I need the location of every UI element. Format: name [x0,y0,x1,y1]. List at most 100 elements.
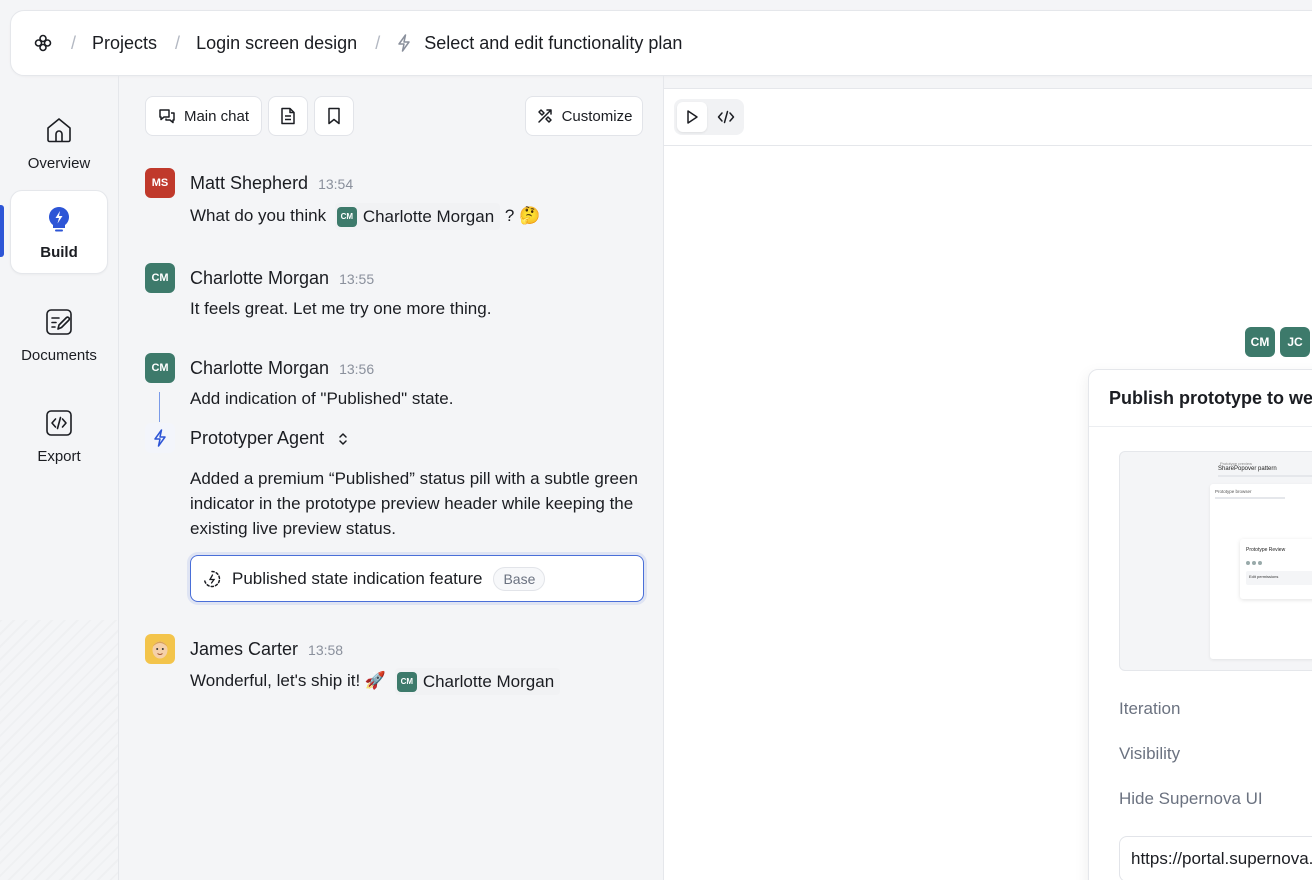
sidebar-item-label: Export [37,447,81,465]
mention-avatar: CM [336,206,357,227]
message-text: Add indication of "Published" state. [190,389,454,408]
message-time: 13:54 [318,176,354,192]
message-header: Matt Shepherd 13:54 [190,173,353,194]
agent-name: Prototyper Agent [190,428,325,448]
publish-url-field[interactable]: https://portal.supernova.io [1119,836,1312,880]
author-name[interactable]: Charlotte Morgan [190,358,329,379]
breadcrumb-current-page: Select and edit functionality plan [424,32,683,53]
chat-bubbles-icon [158,107,176,125]
agent-toggle[interactable]: Prototyper Agent [190,428,348,449]
view-mode-toggle [674,99,744,135]
sidebar-item-build[interactable]: Build [10,190,108,274]
sidebar-background-pattern [0,620,118,880]
message-text: It feels great. Let me try one more thin… [190,299,492,318]
thumb-card-title: Prototype Review [1246,547,1286,553]
avatar: MS [145,168,175,198]
thumb-row: Edit permissions [1246,571,1312,585]
bookmark-icon [327,107,341,125]
avatar [145,634,175,664]
left-sidebar: Overview Build Documents Export [0,76,118,880]
sidebar-item-documents[interactable]: Documents [10,292,108,378]
document-tab-button[interactable] [268,96,308,136]
chevron-updown-icon [338,432,348,446]
preview-mode-button[interactable] [677,102,707,132]
customize-label: Customize [561,107,633,125]
breadcrumb-separator: / [375,32,381,53]
message-body: Wonderful, let's ship it! 🚀 [190,671,387,690]
thinking-emoji: 🤔 [519,206,541,225]
author-name[interactable]: James Carter [190,639,298,660]
document-edit-icon [44,307,74,337]
iteration-label: Iteration [1119,699,1181,718]
thumb-avatars [1246,561,1262,565]
agent-message-text: Added a premium “Published” status pill … [190,469,638,538]
publish-dialog: Publish prototype to web Prototype previ… [1088,369,1312,880]
document-icon [280,107,296,125]
main-chat-tab[interactable]: Main chat [145,96,262,136]
breadcrumb-login-screen-design[interactable]: Login screen design [196,33,357,54]
message-time: 13:55 [339,271,375,287]
divider [1089,426,1312,427]
breadcrumb-projects[interactable]: Projects [92,33,157,54]
thumb-section: Prototype browser [1215,489,1252,494]
code-icon [717,109,735,125]
play-icon [685,109,699,125]
preview-toolbar [664,89,1312,146]
message-header: James Carter 13:58 [190,639,343,660]
mention-chip[interactable]: CM Charlotte Morgan [334,203,501,231]
bolt-icon [396,34,412,52]
author-name[interactable]: Charlotte Morgan [190,268,329,289]
sidebar-item-export[interactable]: Export [10,393,108,479]
message-suffix: ? [504,206,515,225]
thumb-panel: Prototype browser Prototype Review Edit … [1210,484,1312,659]
message-header: Charlotte Morgan 13:55 [190,268,374,289]
chat-toolbar: Main chat Customize [145,96,643,136]
sidebar-item-overview[interactable]: Overview [10,100,108,186]
sidebar-item-label: Overview [27,154,91,172]
message-text: What do you think CM Charlotte Morgan ? … [190,203,541,231]
mention-avatar: CM [396,671,417,692]
message-time: 13:58 [308,642,344,658]
hide-supernova-ui-label: Hide Supernova UI [1119,789,1263,808]
prototype-thumbnail: Prototype preview SharePopover pattern P… [1119,451,1312,671]
message-header: Charlotte Morgan 13:56 [190,358,374,379]
feature-title: Published state indication feature [232,568,483,588]
app-logo-icon[interactable] [33,33,53,53]
home-icon [44,115,74,145]
memoji-avatar-icon [152,641,168,659]
collaborator-avatar[interactable]: CM [1245,327,1275,357]
sidebar-item-label: Documents [21,346,97,364]
customize-button[interactable]: Customize [525,96,643,136]
author-name[interactable]: Matt Shepherd [190,173,308,194]
avatar: CM [145,263,175,293]
mention-chip[interactable]: CM Charlotte Morgan [394,668,561,696]
code-icon [44,408,74,438]
avatar: CM [145,353,175,383]
publish-title: Publish prototype to web [1109,388,1312,408]
bolt-bulb-icon [44,204,74,234]
base-badge: Base [493,566,546,591]
thumb-line [1215,497,1285,499]
breadcrumb-separator: / [175,32,181,53]
tools-icon [536,107,554,125]
thumb-line [1218,475,1312,477]
collaborator-avatar[interactable]: JC [1280,327,1310,357]
preview-panel: CM JC Publish prototype to web Prototype… [664,88,1312,880]
bookmark-tab-button[interactable] [314,96,354,136]
thumb-permissions: Edit permissions [1249,574,1279,579]
thread-connector [159,392,160,422]
visibility-label: Visibility [1119,744,1181,763]
breadcrumb-separator: / [71,32,77,53]
thumb-heading: SharePopover pattern [1218,466,1277,472]
main-chat-label: Main chat [183,107,250,125]
mention-name: Charlotte Morgan [422,672,555,692]
code-mode-button[interactable] [711,102,741,132]
active-indicator [0,205,4,257]
thumb-popover: Prototype Review Edit permissions [1240,539,1312,599]
breadcrumb-bar: / Projects / Login screen design / Selec… [10,10,1312,76]
message-body: What do you think [190,206,327,225]
message-text: Wonderful, let's ship it! 🚀 CM Charlotte… [190,668,561,696]
agent-bolt-icon [145,423,175,453]
mention-name: Charlotte Morgan [362,207,495,227]
feature-card[interactable]: Published state indication feature Base [190,555,644,602]
